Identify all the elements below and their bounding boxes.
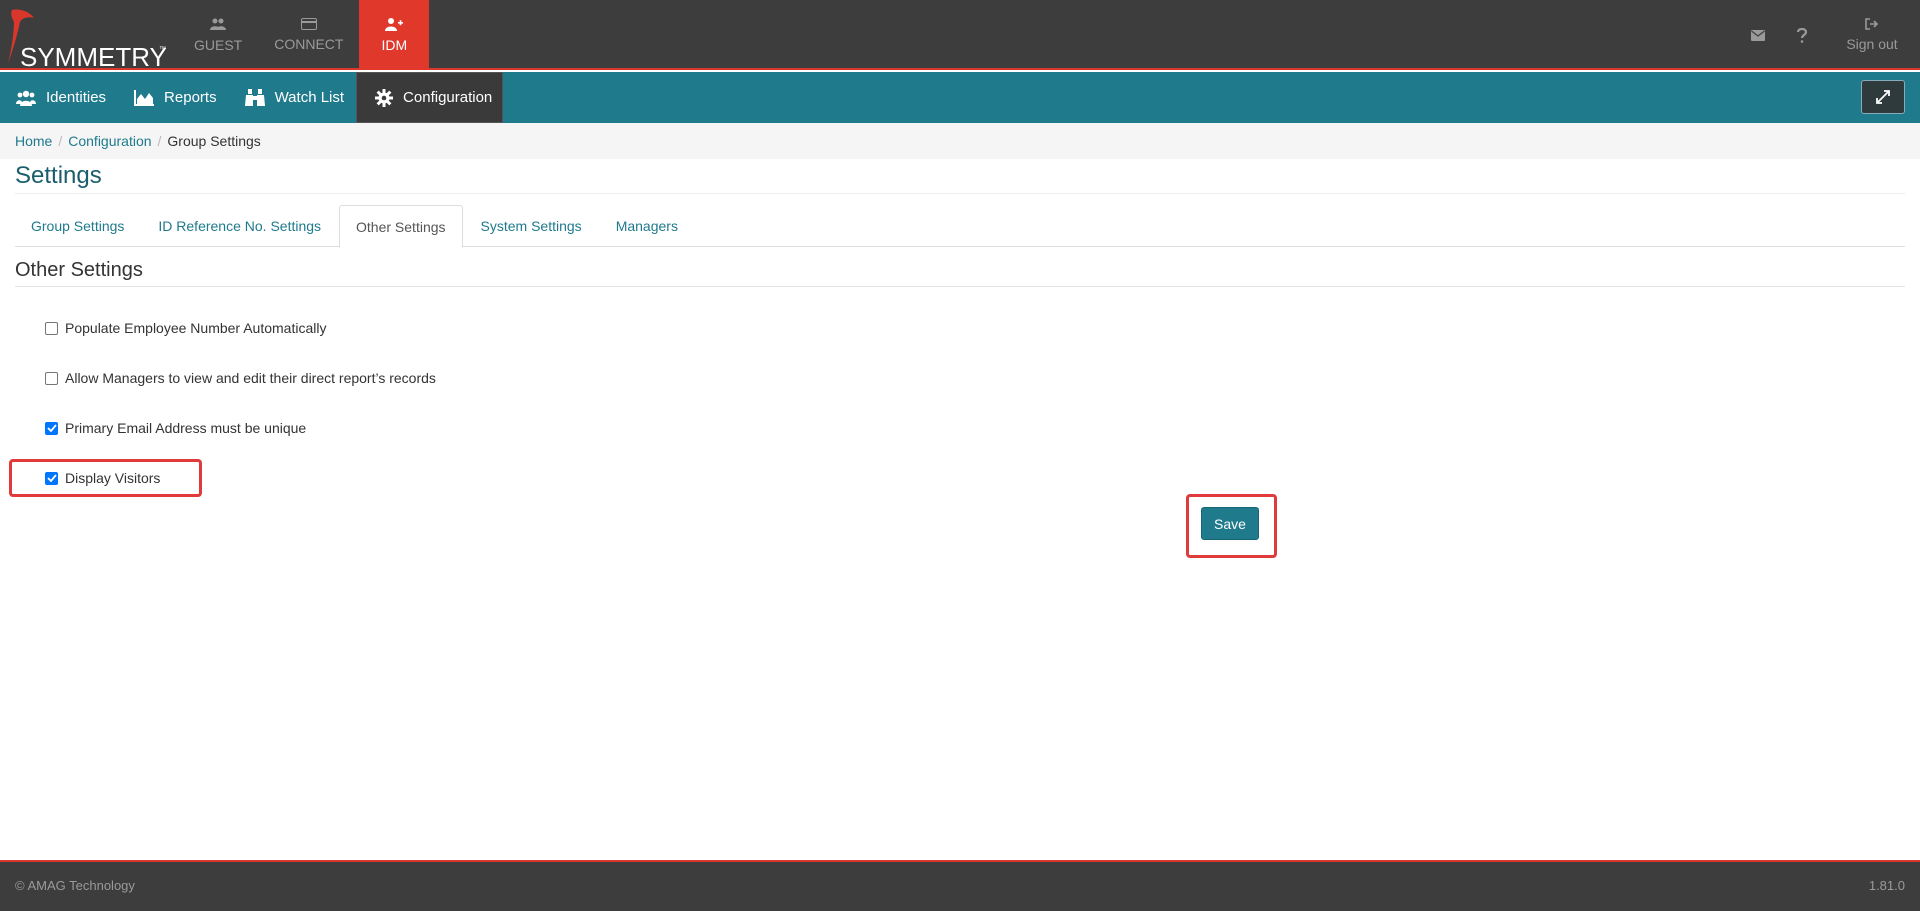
save-button[interactable]: Save [1201,507,1259,540]
nav-watch-list[interactable]: Watch List [229,72,356,123]
highlight-display-visitors [9,459,202,497]
expand-icon [1876,90,1890,104]
binoculars-icon [244,88,265,106]
module-idm[interactable]: IDM [359,0,430,70]
section-title: Other Settings [15,259,143,281]
users-icon [16,90,36,106]
envelope-icon [1751,29,1765,41]
nav-reports-label: Reports [164,89,217,106]
checkbox[interactable] [45,421,58,435]
divider [15,193,1905,194]
sign-out-label: Sign out [1846,36,1898,52]
checkbox[interactable] [45,321,58,335]
sign-out-icon [1865,18,1879,30]
brand-name: SYMMETRY [20,42,167,72]
breadcrumb: Home / Configuration / Group Settings [0,123,1920,159]
nav-reports[interactable]: Reports [118,72,229,123]
option-label: Populate Employee Number Automatically [65,320,327,336]
help-button[interactable] [1780,0,1824,70]
option-label: Allow Managers to view and edit their di… [65,370,436,386]
settings-tabs: Group Settings ID Reference No. Settings… [15,205,1905,248]
area-chart-icon [134,89,155,106]
option-label: Primary Email Address must be unique [65,420,307,436]
page-title: Settings [15,162,102,189]
module-nav: GUEST CONNECT IDM [178,0,430,70]
tab-group-settings[interactable]: Group Settings [15,205,140,247]
nav-configuration[interactable]: Configuration [356,72,504,123]
footer: © AMAG Technology 1.81.0 [0,860,1920,911]
copyright: © AMAG Technology [15,878,135,893]
fullscreen-button[interactable] [1861,80,1905,114]
sign-out-button[interactable]: Sign out [1824,0,1920,70]
module-idm-label: IDM [381,37,408,53]
tab-system-settings[interactable]: System Settings [465,205,598,247]
card-icon [300,18,317,30]
brand-trademark: ™ [159,46,166,53]
main-nav: Identities Reports Watch List Configurat… [0,72,1920,123]
breadcrumb-current: Group Settings [167,133,261,149]
divider [15,286,1905,287]
module-connect[interactable]: CONNECT [258,0,359,70]
module-guest-label: GUEST [194,37,243,53]
user-actions: Sign out [1736,0,1920,70]
tab-other-settings[interactable]: Other Settings [339,205,463,248]
users-icon [210,18,227,30]
user-plus-icon [385,18,404,31]
module-guest[interactable]: GUEST [178,0,258,70]
nav-configuration-label: Configuration [403,89,493,106]
option-primary-email-unique[interactable]: Primary Email Address must be unique [45,420,306,436]
version: 1.81.0 [1868,878,1905,893]
nav-watch-list-label: Watch List [274,89,345,106]
breadcrumb-separator: / [157,133,162,149]
option-allow-managers-edit[interactable]: Allow Managers to view and edit their di… [45,370,436,386]
tab-id-reference-settings[interactable]: ID Reference No. Settings [142,205,337,247]
module-connect-label: CONNECT [274,36,344,52]
breadcrumb-separator: / [58,133,63,149]
breadcrumb-configuration[interactable]: Configuration [68,133,151,149]
messages-button[interactable] [1736,0,1780,70]
tab-managers[interactable]: Managers [600,205,694,247]
breadcrumb-home[interactable]: Home [15,133,52,149]
nav-identities-label: Identities [46,89,107,106]
checkbox[interactable] [45,371,58,385]
nav-identities[interactable]: Identities [0,72,118,123]
question-icon [1797,27,1807,43]
symmetry-logo[interactable]: SYMMETRY ™ [6,6,167,72]
top-bar: SYMMETRY ™ GUEST CONNECT IDM Sign out [0,0,1920,72]
gear-icon [375,88,394,107]
option-populate-employee-number[interactable]: Populate Employee Number Automatically [45,320,326,336]
check-icon [46,424,57,432]
